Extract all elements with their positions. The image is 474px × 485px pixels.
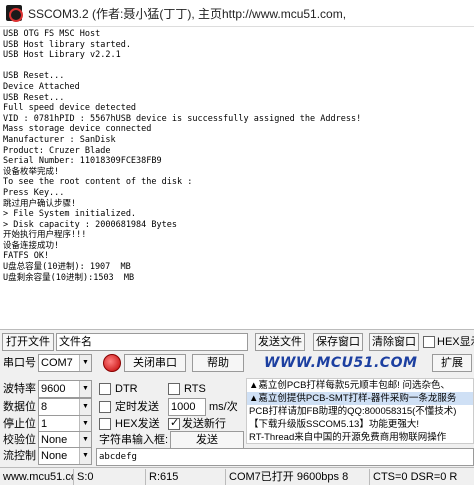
status-sent: S:0 (74, 469, 146, 485)
flow-label: 流控制 (3, 450, 36, 462)
banner-line: PCB打样请加FB助理的QQ:800058315(不懂技术) (249, 406, 457, 417)
stopbits-label: 停止位 (3, 418, 36, 430)
close-port-button[interactable]: 关闭串口 (124, 354, 186, 372)
interval-unit: ms/次 (209, 401, 238, 413)
status-cts: CTS=0 DSR=0 R (373, 471, 458, 483)
banner-line: 【下载升级版SSCOM5.13】功能更强大! (249, 419, 419, 430)
chevron-down-icon: ▼ (79, 381, 91, 397)
flow-select[interactable]: None ▼ (38, 447, 92, 465)
chevron-down-icon: ▼ (79, 432, 91, 448)
stopbits-value: 1 (41, 418, 48, 430)
port-select[interactable]: COM7 ▼ (38, 354, 92, 372)
chevron-down-icon: ▼ (79, 448, 91, 464)
databits-value: 8 (41, 401, 48, 413)
interval-input[interactable]: 1000 (168, 398, 206, 416)
parity-value: None (41, 434, 68, 446)
open-file-button[interactable]: 打开文件 (2, 333, 54, 351)
flow-value: None (41, 450, 68, 462)
chevron-down-icon: ▼ (79, 399, 91, 415)
receive-area[interactable]: USB OTG FS MSC Host USB Host library sta… (0, 26, 474, 330)
port-label: 串口号 (3, 357, 36, 369)
baud-value: 9600 (41, 383, 66, 395)
timed-send-checkbox[interactable] (99, 401, 111, 413)
ad-banner[interactable]: ▲嘉立创PCB打样每款5元顺丰包邮! 问选杂色、 ▲嘉立创提供PCB-SMT打样… (246, 378, 474, 444)
port-status-icon (103, 354, 121, 372)
parity-label: 校验位 (3, 434, 36, 446)
banner-line: ▲嘉立创PCB打样每款5元顺丰包邮! 问选杂色、 (249, 380, 450, 391)
hex-send-checkbox[interactable] (99, 418, 111, 430)
send-newline-checkbox[interactable] (168, 416, 180, 430)
status-bar: www.mcu51.cor S:0 R:615 COM7已打开 9600bps … (0, 467, 474, 485)
app-icon (6, 5, 23, 22)
status-received: R:615 (146, 469, 226, 485)
help-button[interactable]: 帮助 (192, 354, 244, 372)
window-title: SSCOM3.2 (作者:聂小猛(丁丁), 主页http://www.mcu51… (28, 6, 347, 21)
title-bar: SSCOM3.2 (作者:聂小猛(丁丁), 主页http://www.mcu51… (0, 0, 474, 26)
hex-display-checkbox[interactable] (423, 336, 435, 348)
baud-label: 波特率 (3, 383, 36, 395)
hex-display-label: HEX显示 (437, 336, 474, 348)
timed-send-label: 定时发送 (115, 401, 159, 413)
baud-select[interactable]: 9600 ▼ (38, 380, 92, 398)
input-label: 字符串输入框: (99, 434, 169, 446)
dtr-label: DTR (115, 383, 138, 395)
status-port-state: COM7已打开 9600bps 8 (226, 469, 370, 485)
rts-checkbox[interactable] (168, 383, 180, 395)
clear-window-button[interactable]: 清除窗口 (369, 333, 419, 351)
chevron-down-icon: ▼ (79, 355, 91, 371)
receive-text: USB OTG FS MSC Host USB Host library sta… (3, 29, 362, 283)
chevron-down-icon: ▼ (79, 416, 91, 432)
databits-label: 数据位 (3, 401, 36, 413)
port-value: COM7 (41, 357, 73, 369)
rts-label: RTS (184, 383, 206, 395)
banner-line: ▲嘉立创提供PCB-SMT打样-器件采购一条龙服务 (247, 392, 473, 405)
mcu51-logo[interactable]: WWW.MCU51.COM (264, 355, 417, 371)
file-name-input[interactable]: 文件名 (56, 333, 248, 351)
banner-line: RT-Thread来自中国的开源免费商用物联网操作 (249, 432, 447, 443)
status-site[interactable]: www.mcu51.cor (0, 469, 74, 485)
save-window-button[interactable]: 保存窗口 (313, 333, 363, 351)
send-button[interactable]: 发送 (170, 431, 244, 449)
send-input[interactable]: abcdefg (96, 448, 474, 466)
databits-select[interactable]: 8 ▼ (38, 398, 92, 416)
dtr-checkbox[interactable] (99, 383, 111, 395)
send-newline-label: 发送新行 (182, 418, 226, 430)
hex-send-label: HEX发送 (115, 418, 160, 430)
send-file-button[interactable]: 发送文件 (255, 333, 305, 351)
expand-button[interactable]: 扩展 (432, 354, 472, 372)
